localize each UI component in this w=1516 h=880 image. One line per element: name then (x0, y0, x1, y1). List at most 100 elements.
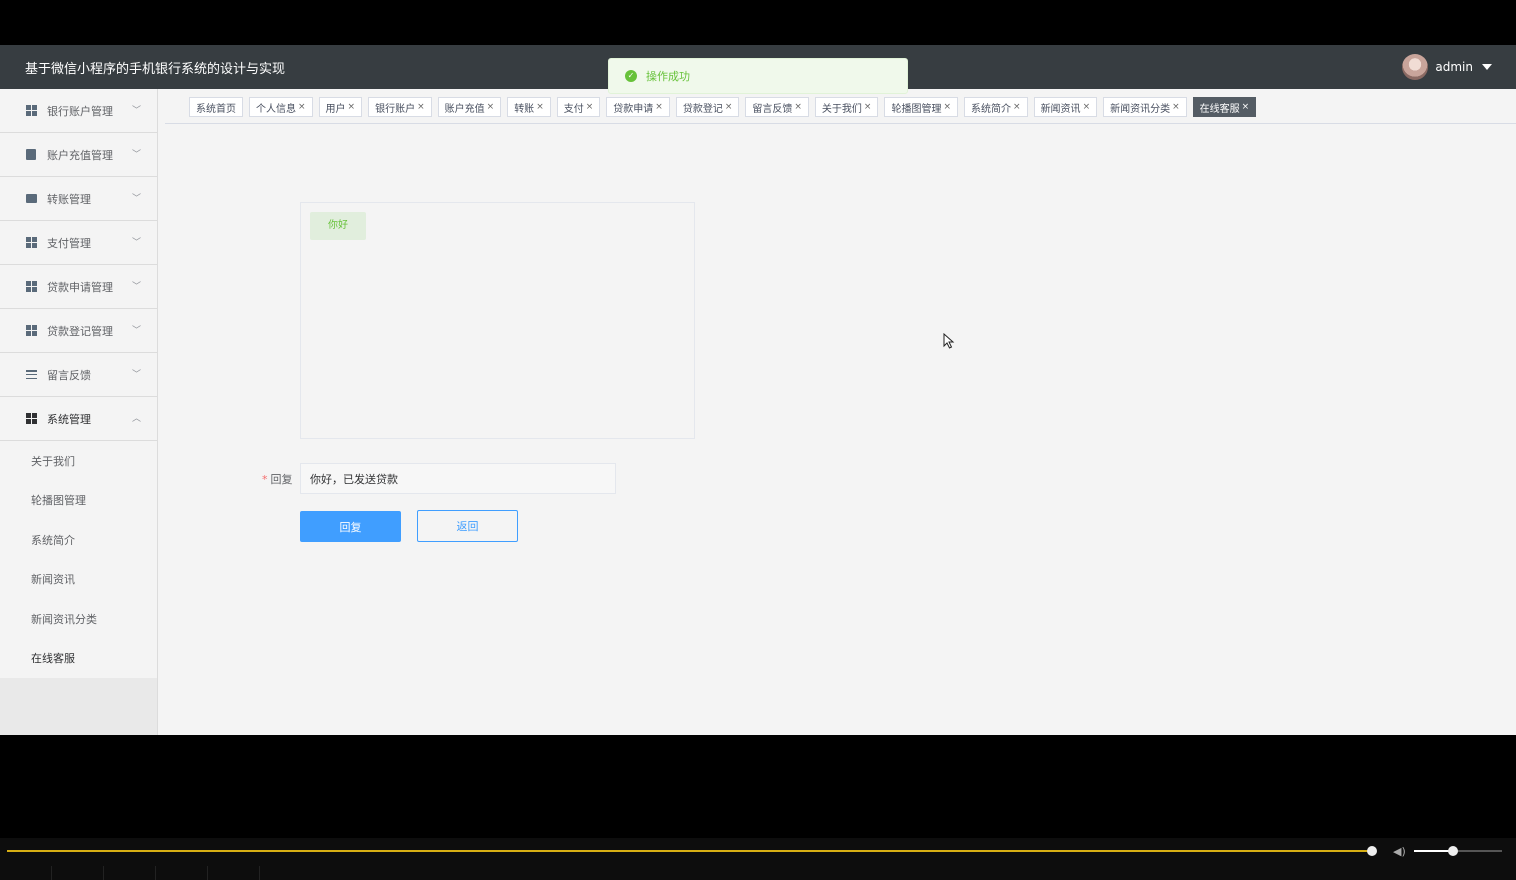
reply-button[interactable]: 回复 (300, 511, 401, 542)
tag-about[interactable]: 关于我们 × (814, 97, 879, 117)
tag-label: 留言反馈 (752, 103, 793, 115)
reply-label: * 回复 (262, 471, 293, 487)
menu-payment[interactable]: 支付管理 ﹀ (0, 221, 157, 265)
tag-label: 贷款申请 (613, 103, 654, 115)
tag-label: 银行账户 (375, 103, 416, 115)
sidebar-item-about[interactable]: 关于我们 (0, 441, 157, 481)
close-icon[interactable]: × (943, 102, 951, 112)
close-icon[interactable]: × (348, 102, 356, 112)
menu-loan-register[interactable]: 贷款登记管理 ﹀ (0, 309, 157, 353)
tag-label: 轮播图管理 (891, 103, 942, 115)
close-icon[interactable]: × (1083, 102, 1091, 112)
tag-home[interactable]: 系统首页 (189, 97, 243, 117)
app-window: 基于微信小程序的手机银行系统的设计与实现 admin ✓ 操作成功 银行账户管理… (0, 45, 1516, 735)
app-title: 基于微信小程序的手机银行系统的设计与实现 (25, 62, 286, 77)
reply-label-text: 回复 (270, 473, 293, 486)
sidebar-item-intro[interactable]: 系统简介 (0, 520, 157, 560)
chevron-down-icon: ﹀ (131, 106, 141, 116)
menu-label: 系统管理 (47, 412, 91, 426)
close-icon[interactable]: × (1242, 102, 1250, 112)
mouse-cursor-icon (943, 333, 955, 349)
tags-view: 系统首页 个人信息 × 用户 × 银行账户 × 账户充值 × 转账 × 支付 × 贷款申请 ×… (165, 97, 1516, 124)
sidebar: 银行账户管理 ﹀ 账户充值管理 ﹀ 转账管理 ﹀ 支付管理 ﹀ 贷款申请管理 ﹀… (0, 89, 158, 735)
player-controls-strip (0, 866, 1516, 880)
required-mark: * (262, 473, 268, 486)
caret-down-icon[interactable] (1482, 64, 1492, 70)
menu-label: 转账管理 (47, 192, 91, 206)
tag-feedback[interactable]: 留言反馈 × (745, 97, 809, 117)
menu-system[interactable]: 系统管理 ︿ (0, 397, 157, 441)
chat-message: 你好 (310, 212, 366, 240)
progress-track[interactable] (7, 850, 1372, 852)
volume-icon[interactable]: ◀) (1393, 845, 1406, 858)
user-name[interactable]: admin (1435, 60, 1473, 74)
tag-payment[interactable]: 支付 × (556, 97, 601, 117)
toast-message: 操作成功 (646, 70, 690, 83)
avatar[interactable] (1402, 54, 1429, 80)
grid-icon (26, 413, 37, 424)
close-icon[interactable]: × (864, 102, 872, 112)
tag-transfer[interactable]: 转账 × (507, 97, 551, 117)
tag-label: 账户充值 (444, 103, 485, 115)
tag-bank-account[interactable]: 银行账户 × (368, 97, 432, 117)
sidebar-item-online-service[interactable]: 在线客服 (0, 638, 157, 678)
sidebar-item-news-category[interactable]: 新闻资讯分类 (0, 599, 157, 639)
volume-thumb[interactable] (1448, 846, 1458, 856)
tag-loan-apply[interactable]: 贷款申请 × (606, 97, 670, 117)
volume-track[interactable] (1414, 850, 1502, 852)
menu-loan-apply[interactable]: 贷款申请管理 ﹀ (0, 265, 157, 309)
close-icon[interactable]: × (725, 102, 733, 112)
tag-profile[interactable]: 个人信息 × (249, 97, 313, 117)
tag-label: 系统简介 (971, 103, 1012, 115)
tag-news-category[interactable]: 新闻资讯分类 × (1103, 97, 1187, 117)
tag-label: 支付 (563, 103, 584, 115)
close-icon[interactable]: × (487, 102, 495, 112)
close-icon[interactable]: × (1013, 102, 1021, 112)
volume-fill (1414, 850, 1450, 852)
menu-label: 留言反馈 (47, 368, 91, 382)
progress-thumb[interactable] (1367, 846, 1377, 856)
menu-label: 支付管理 (47, 236, 91, 250)
tag-label: 关于我们 (821, 103, 862, 115)
close-icon[interactable]: × (586, 102, 594, 112)
tag-users[interactable]: 用户 × (318, 97, 363, 117)
close-icon[interactable]: × (417, 102, 425, 112)
close-icon[interactable]: × (794, 102, 802, 112)
menu-bank-account[interactable]: 银行账户管理 ﹀ (0, 89, 157, 133)
tag-news[interactable]: 新闻资讯 × (1033, 97, 1098, 117)
chevron-down-icon: ﹀ (131, 370, 141, 380)
tag-label: 用户 (325, 103, 346, 115)
close-icon[interactable]: × (1172, 102, 1180, 112)
video-player-bar: ◀) (0, 838, 1516, 880)
tag-intro[interactable]: 系统简介 × (964, 97, 1028, 117)
sidebar-item-carousel[interactable]: 轮播图管理 (0, 480, 157, 520)
tag-recharge[interactable]: 账户充值 × (437, 97, 502, 117)
user-menu[interactable]: admin (1402, 53, 1492, 81)
reply-input[interactable]: 你好，已发送贷款 (300, 463, 616, 494)
tag-label: 个人信息 (256, 103, 296, 115)
close-icon[interactable]: × (298, 102, 306, 112)
menu-recharge[interactable]: 账户充值管理 ﹀ (0, 133, 157, 177)
check-circle-icon: ✓ (625, 70, 637, 82)
tag-label: 新闻资讯 (1040, 103, 1081, 115)
menu-label: 贷款申请管理 (47, 280, 113, 294)
menu-transfer[interactable]: 转账管理 ﹀ (0, 177, 157, 221)
tag-carousel[interactable]: 轮播图管理 × (884, 97, 959, 117)
tag-label: 转账 (514, 103, 535, 115)
clipboard-icon (26, 149, 36, 160)
list-icon (26, 370, 37, 379)
tag-label: 在线客服 (1199, 103, 1240, 115)
sidebar-item-news[interactable]: 新闻资讯 (0, 559, 157, 599)
tag-online-service[interactable]: 在线客服 × (1192, 97, 1257, 117)
chat-history[interactable]: 你好 (300, 202, 695, 439)
grid-icon (26, 325, 37, 336)
close-icon[interactable]: × (536, 102, 544, 112)
back-button[interactable]: 返回 (417, 510, 518, 542)
close-icon[interactable]: × (655, 102, 663, 112)
menu-label: 银行账户管理 (47, 104, 113, 118)
chevron-up-icon: ︿ (131, 414, 141, 424)
menu-feedback[interactable]: 留言反馈 ﹀ (0, 353, 157, 397)
tag-loan-register[interactable]: 贷款登记 × (675, 97, 740, 117)
menu-label: 账户充值管理 (47, 148, 113, 162)
tag-label: 贷款登记 (682, 103, 723, 115)
